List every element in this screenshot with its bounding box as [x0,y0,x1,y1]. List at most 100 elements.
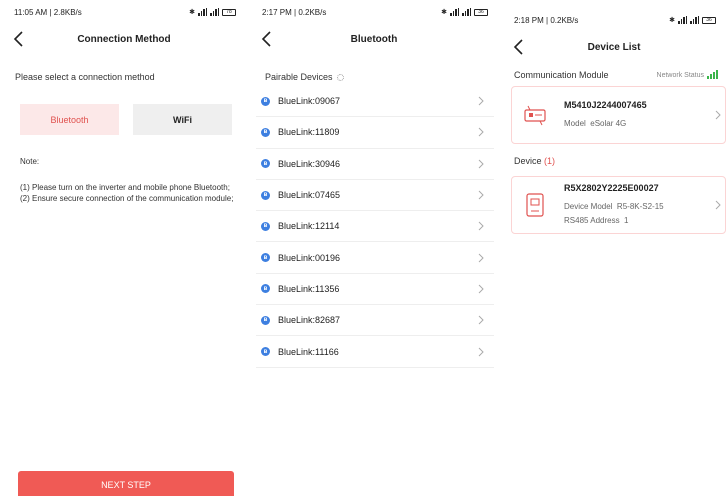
select-method-label: Please select a connection method [15,72,155,82]
bluetooth-device-item[interactable]: ʙ BlueLink:07465 [256,180,494,212]
battery-icon: 36 [702,16,716,24]
nav-bar: Bluetooth [248,24,500,54]
method-options: Bluetooth WiFi [20,104,248,135]
chevron-right-icon [478,128,484,137]
chevron-right-icon [478,284,484,294]
bluetooth-icon: ʙ [261,221,270,231]
bluetooth-icon: ʙ [261,253,270,263]
chevron-right-icon [715,200,721,210]
pairable-devices-label: Pairable Devices [265,72,333,82]
battery-icon: 36 [474,8,488,16]
bluetooth-icon: ʙ [261,127,270,137]
note-line-2: (2) Ensure secure connection of the comm… [20,194,234,203]
bluetooth-device-name: BlueLink:30946 [278,158,341,169]
bluetooth-device-item[interactable]: ʙ BlueLink:82687 [256,305,494,337]
signal-icon-2 [690,16,699,24]
page-title: Device List [587,41,641,53]
bluetooth-device-name: BlueLink:11166 [278,346,339,357]
bluetooth-device-name: BlueLink:09067 [278,96,341,107]
device-info: R5X2802Y2225E00027 Device Model R5-8K-S2… [564,183,664,228]
note-line-1: (1) Please turn on the inverter and mobi… [20,183,230,192]
bluetooth-device-name: BlueLink:11356 [278,283,340,294]
module-model-row: Model eSolar 4G [564,117,647,131]
bluetooth-device-item[interactable]: ʙ BlueLink:00196 [256,242,494,274]
bluetooth-icon: ʙ [261,315,270,325]
bluetooth-device-item[interactable]: ʙ BlueLink:11356 [256,274,494,306]
battery-icon: 78 [222,8,236,16]
module-model-value: eSolar 4G [590,118,627,128]
chevron-right-icon [478,190,484,200]
chevron-right-icon [478,96,484,106]
network-status-label: Network Status [656,71,704,79]
bluetooth-icon: ʙ [261,96,270,106]
bluetooth-device-name: BlueLink:12114 [278,221,340,232]
network-status: Network Status [656,70,718,79]
chevron-right-icon [478,159,484,169]
device-list-screen: 2:18 PM | 0.2KB/s ✱ 36 Device List Commu… [500,8,728,496]
bluetooth-status-icon: ✱ [441,9,447,16]
device-model-row: Device Model R5-8K-S2-15 [564,200,664,214]
chevron-right-icon [715,110,721,120]
next-step-button[interactable]: NEXT STEP [18,471,234,496]
device-model-label: Device Model [564,201,613,211]
comm-module-label: Communication Module [514,70,609,80]
nav-bar: Connection Method [0,24,248,54]
back-arrow-icon[interactable] [512,39,526,55]
page-title: Connection Method [77,33,171,45]
signal-icon-2 [210,8,219,16]
status-bar: 11:05 AM | 2.8KB/s ✱ 78 [0,0,248,24]
signal-icon [678,16,687,24]
device-address-value: 1 [624,215,629,225]
chevron-right-icon [478,347,484,356]
status-time: 2:18 PM | 0.2KB/s [514,15,579,25]
status-bar: 2:17 PM | 0.2KB/s ✱ 36 [248,0,500,24]
bluetooth-device-name: BlueLink:82687 [278,315,341,326]
device-count: (1) [544,156,556,166]
bluetooth-status-icon: ✱ [669,17,675,24]
signal-icon-2 [462,8,471,16]
comm-module-icon [520,100,550,130]
bluetooth-icon: ʙ [261,190,270,200]
page-title: Bluetooth [350,33,398,45]
bluetooth-device-name: BlueLink:07465 [278,190,341,201]
network-signal-icon [707,70,718,79]
inverter-icon [520,190,550,220]
bluetooth-device-item[interactable]: ʙ BlueLink:30946 [256,149,494,180]
comm-module-header: Communication Module Network Status [514,70,718,80]
bluetooth-device-item[interactable]: ʙ BlueLink:12114 [256,211,494,243]
comm-module-info: M5410J2244007465 Model eSolar 4G [564,100,647,131]
back-arrow-icon[interactable] [260,31,274,47]
chevron-right-icon [478,221,484,231]
pairable-devices-header: Pairable Devices [265,72,500,82]
status-time: 2:17 PM | 0.2KB/s [262,7,327,17]
device-header: Device (1) [514,156,728,166]
bluetooth-icon: ʙ [261,284,270,294]
device-list: ʙ BlueLink:09067 ʙ BlueLink:11809 ʙ BlueLink:… [248,86,500,368]
bluetooth-device-item[interactable]: ʙ BlueLink:11809 [256,117,494,149]
wifi-option-button[interactable]: WiFi [133,104,232,135]
status-icons: ✱ 36 [669,16,716,24]
bluetooth-device-item[interactable]: ʙ BlueLink:11166 [256,336,494,368]
status-icons: ✱ 36 [441,8,488,16]
module-model-label: Model [564,118,586,128]
nav-bar: Device List [500,32,728,62]
bluetooth-screen: 2:17 PM | 0.2KB/s ✱ 36 Bluetooth Pairabl… [248,0,500,496]
status-icons: ✱ 78 [189,8,236,16]
back-arrow-icon[interactable] [12,31,26,47]
bluetooth-status-icon: ✱ [189,9,195,16]
bluetooth-device-item[interactable]: ʙ BlueLink:09067 [256,86,494,118]
device-address-row: RS485 Address 1 [564,214,664,228]
status-bar: 2:18 PM | 0.2KB/s ✱ 36 [500,8,728,32]
signal-icon [450,8,459,16]
connection-method-screen: 11:05 AM | 2.8KB/s ✱ 78 Connection Metho… [0,0,248,496]
module-serial: M5410J2244007465 [564,99,647,110]
bluetooth-icon: ʙ [261,347,270,357]
device-serial: R5X2802Y2225E00027 [564,182,659,193]
comm-module-card[interactable]: M5410J2244007465 Model eSolar 4G [511,86,726,144]
bluetooth-device-name: BlueLink:11809 [278,127,340,138]
device-label: Device [514,156,542,166]
device-card[interactable]: R5X2802Y2225E00027 Device Model R5-8K-S2… [511,176,726,234]
bluetooth-option-button[interactable]: Bluetooth [20,104,119,135]
chevron-right-icon [478,253,484,262]
loading-spinner-icon [336,73,344,81]
